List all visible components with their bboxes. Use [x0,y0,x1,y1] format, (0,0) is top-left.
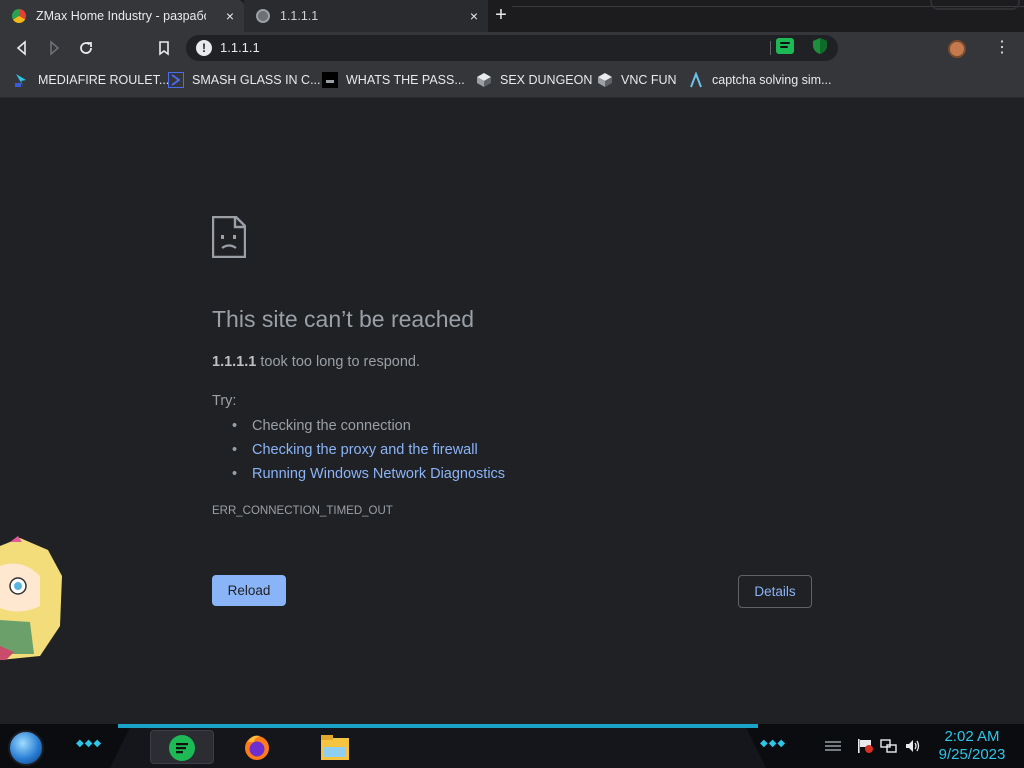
try-label: Try: [212,393,237,409]
suggestion-proxy-firewall-link[interactable]: Checking the proxy and the firewall [232,440,505,464]
bookmark-label: SEX DUNGEON [500,73,593,87]
error-code: ERR_CONNECTION_TIMED_OUT [212,505,393,517]
start-orb-button[interactable] [8,730,44,766]
error-message-text: took too long to respond. [256,354,420,370]
spotify-icon [169,735,195,761]
mediafire-icon [14,72,30,88]
cartoon-character-sticker [0,536,62,660]
error-host: 1.1.1.1 [212,354,257,370]
bookmark-icon [159,41,169,56]
not-secure-icon[interactable]: ! [196,40,212,56]
bookmark-button[interactable] [152,36,176,60]
cube-icon [597,72,613,88]
bookmark-label: MEDIAFIRE ROULET... [38,73,170,87]
taskbar: ◆◆◆ ◆◆◆ 2:02 AM 9/25/2023 [0,724,1024,768]
chrome-icon [12,9,26,23]
bookmark-label: SMASH GLASS IN C... [192,73,321,87]
error-page: This site can’t be reached 1.1.1.1 took … [0,98,1024,724]
cube-icon [476,72,492,88]
reload-icon [80,42,92,54]
reload-button[interactable] [74,36,98,60]
back-button[interactable] [10,36,34,60]
error-message: 1.1.1.1 took too long to respond. [212,354,420,370]
omnibox-divider [770,41,771,55]
show-desktop-icon[interactable] [824,738,842,754]
screen-icon [322,72,338,88]
icon-line [780,46,788,48]
network-icon[interactable] [880,738,898,754]
extension-shield-icon[interactable] [812,37,828,55]
action-center-flag-icon[interactable] [856,738,874,754]
tab-title: 1.1.1.1 [280,9,319,23]
back-arrow-icon [16,40,26,56]
details-button[interactable]: Details [738,575,812,608]
suggestions-list: Checking the connection Checking the pro… [232,416,505,488]
chevron-decoration-icon: ◆◆◆ [76,738,103,749]
lambda-icon [688,72,704,88]
tab-1111[interactable]: 1.1.1.1 × [244,0,488,32]
url-text[interactable]: 1.1.1.1 [220,40,260,55]
frame-decoration [930,0,1020,10]
volume-icon[interactable] [904,738,922,754]
bookmark-smash-glass[interactable]: SMASH GLASS IN C... [168,70,321,90]
firefox-icon[interactable] [242,732,272,762]
suggestion-check-connection: Checking the connection [232,416,505,440]
bookmark-sex-dungeon[interactable]: SEX DUNGEON [476,70,592,90]
arrow-icon [168,72,184,88]
bookmark-label: captcha solving sim... [712,73,832,87]
profile-avatar[interactable] [948,40,966,58]
toolbar: ! 1.1.1.1 ⋮ [0,32,1024,64]
system-clock[interactable]: 2:02 AM 9/25/2023 [928,728,1016,764]
bookmark-whats-the-pass[interactable]: WHATS THE PASS... [322,70,465,90]
extension-notes-icon[interactable] [776,38,794,54]
address-bar[interactable]: ! 1.1.1.1 [186,35,838,61]
bookmark-mediafire[interactable]: MEDIAFIRE ROULET... [14,70,169,90]
bookmarks-bar: MEDIAFIRE ROULET... SMASH GLASS IN C... … [0,64,1024,98]
chevron-decoration-icon: ◆◆◆ [760,738,787,749]
forward-arrow-icon [50,40,60,56]
globe-icon [256,9,270,23]
clock-time: 2:02 AM [944,728,1000,745]
error-title: This site can’t be reached [212,306,475,332]
bookmark-label: VNC FUN [621,73,677,87]
sad-page-icon [212,216,246,258]
bookmark-label: WHATS THE PASS... [346,73,465,87]
file-explorer-icon[interactable] [320,732,350,762]
tab-title: ZMax Home Industry - разработк [36,9,206,23]
close-tab-icon[interactable]: × [466,8,482,24]
bookmark-vnc-fun[interactable]: VNC FUN [597,70,677,90]
taskbar-app-spotify[interactable] [150,730,214,764]
clock-date: 9/25/2023 [938,746,1006,763]
forward-button[interactable] [42,36,66,60]
new-tab-button[interactable]: + [490,4,512,26]
reload-button[interactable]: Reload [212,575,286,606]
tab-zmax[interactable]: ZMax Home Industry - разработк × [0,0,244,32]
close-tab-icon[interactable]: × [222,8,238,24]
bookmark-captcha[interactable]: captcha solving sim... [688,70,832,90]
suggestion-network-diagnostics-link[interactable]: Running Windows Network Diagnostics [232,464,505,488]
taskbar-accent-band [118,724,758,728]
icon-line [780,42,790,44]
tab-strip: ZMax Home Industry - разработк × 1.1.1.1… [0,0,1024,32]
browser-menu-button[interactable]: ⋮ [992,38,1012,58]
